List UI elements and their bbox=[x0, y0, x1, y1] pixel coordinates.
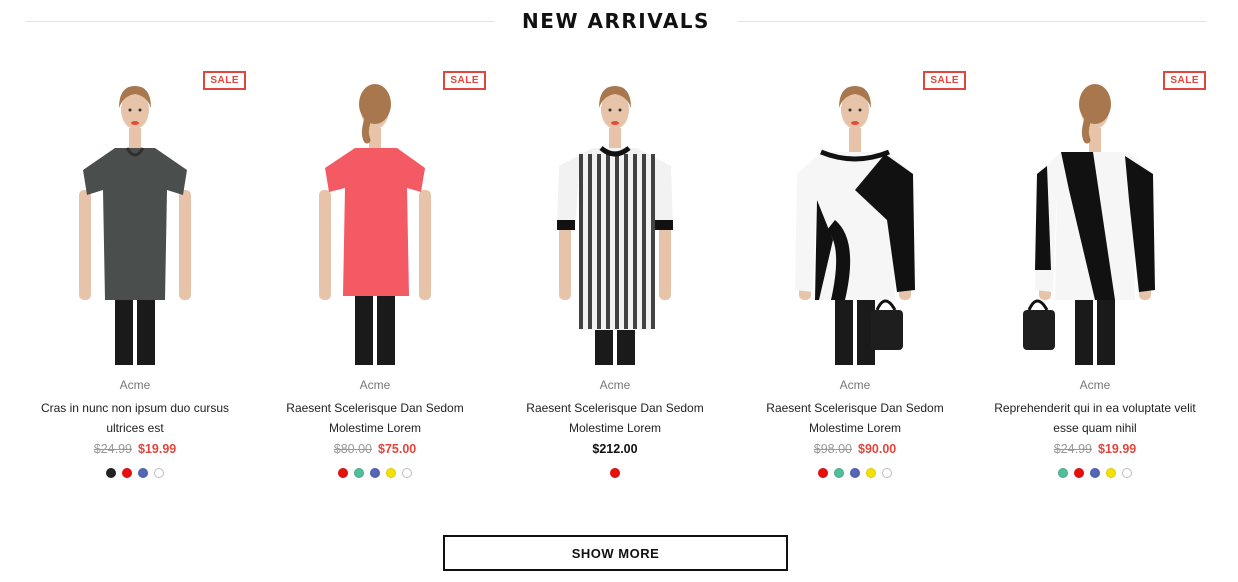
color-swatch[interactable] bbox=[1122, 468, 1132, 478]
color-swatch[interactable] bbox=[154, 468, 164, 478]
product-title[interactable]: Raesent Scelerisque Dan Sedom Molestime … bbox=[505, 398, 725, 438]
product-brand: Acme bbox=[119, 378, 151, 392]
product-image[interactable] bbox=[495, 70, 735, 365]
old-price: $80.00 bbox=[333, 442, 372, 456]
product-title[interactable]: Raesent Scelerisque Dan Sedom Molestime … bbox=[265, 398, 485, 438]
color-swatch[interactable] bbox=[338, 468, 348, 478]
product-image[interactable]: SALE bbox=[975, 70, 1215, 365]
color-swatch[interactable] bbox=[882, 468, 892, 478]
section-title: NEW ARRIVALS bbox=[522, 9, 710, 33]
color-swatch[interactable] bbox=[818, 468, 828, 478]
product-title[interactable]: Cras in nunc non ipsum duo cursus ultric… bbox=[25, 398, 245, 438]
color-swatch[interactable] bbox=[866, 468, 876, 478]
sale-badge: SALE bbox=[203, 71, 246, 90]
price: $212.00 bbox=[592, 442, 638, 456]
product-title[interactable]: Reprehenderit qui in ea voluptate velit … bbox=[985, 398, 1205, 438]
divider-right bbox=[737, 20, 1206, 22]
sale-price: $90.00 bbox=[858, 442, 897, 456]
product-brand: Acme bbox=[1079, 378, 1111, 392]
color-swatch[interactable] bbox=[1090, 468, 1100, 478]
sale-price: $75.00 bbox=[378, 442, 417, 456]
color-swatches bbox=[495, 468, 735, 478]
old-price: $24.99 bbox=[1053, 442, 1092, 456]
color-swatches bbox=[255, 468, 495, 478]
old-price: $98.00 bbox=[813, 442, 852, 456]
show-more-button[interactable]: SHOW MORE bbox=[443, 535, 788, 571]
product-image[interactable]: SALE bbox=[15, 70, 255, 365]
color-swatch[interactable] bbox=[354, 468, 364, 478]
color-swatches bbox=[15, 468, 255, 478]
product-brand: Acme bbox=[839, 378, 871, 392]
color-swatches bbox=[735, 468, 975, 478]
section-header: NEW ARRIVALS bbox=[26, 8, 1206, 34]
product-card[interactable]: SALE Acme Raesent Scelerisque Dan Sedom … bbox=[735, 70, 975, 490]
sale-badge: SALE bbox=[923, 71, 966, 90]
product-image[interactable]: SALE bbox=[255, 70, 495, 365]
color-swatch[interactable] bbox=[1074, 468, 1084, 478]
color-swatch[interactable] bbox=[402, 468, 412, 478]
sale-price: $19.99 bbox=[138, 442, 177, 456]
product-card[interactable]: Acme Raesent Scelerisque Dan Sedom Moles… bbox=[495, 70, 735, 490]
product-card[interactable]: SALE Acme Cras in nunc non ipsum duo cur… bbox=[15, 70, 255, 490]
product-price: $80.00 $75.00 bbox=[255, 442, 495, 460]
divider-left bbox=[26, 20, 495, 22]
color-swatch[interactable] bbox=[138, 468, 148, 478]
sale-badge: SALE bbox=[443, 71, 486, 90]
product-title[interactable]: Raesent Scelerisque Dan Sedom Molestime … bbox=[745, 398, 965, 438]
product-image[interactable]: SALE bbox=[735, 70, 975, 365]
product-brand: Acme bbox=[599, 378, 631, 392]
color-swatch[interactable] bbox=[370, 468, 380, 478]
color-swatch[interactable] bbox=[106, 468, 116, 478]
color-swatch[interactable] bbox=[610, 468, 620, 478]
color-swatches bbox=[975, 468, 1215, 478]
color-swatch[interactable] bbox=[386, 468, 396, 478]
sale-badge: SALE bbox=[1163, 71, 1206, 90]
color-swatch[interactable] bbox=[122, 468, 132, 478]
product-price: $24.99 $19.99 bbox=[15, 442, 255, 460]
product-brand: Acme bbox=[359, 378, 391, 392]
color-swatch[interactable] bbox=[1106, 468, 1116, 478]
color-swatch[interactable] bbox=[1058, 468, 1068, 478]
product-price: $98.00 $90.00 bbox=[735, 442, 975, 460]
product-card[interactable]: SALE Acme Reprehenderit qui in ea volupt… bbox=[975, 70, 1215, 490]
product-card[interactable]: SALE Acme Raesent Scelerisque Dan Sedom … bbox=[255, 70, 495, 490]
product-price: $212.00 bbox=[495, 442, 735, 460]
color-swatch[interactable] bbox=[850, 468, 860, 478]
new-arrivals-section: NEW ARRIVALS SALE Acme Cras in nunc non … bbox=[0, 0, 1238, 582]
product-price: $24.99 $19.99 bbox=[975, 442, 1215, 460]
sale-price: $19.99 bbox=[1098, 442, 1137, 456]
product-grid: SALE Acme Cras in nunc non ipsum duo cur… bbox=[15, 70, 1215, 490]
color-swatch[interactable] bbox=[834, 468, 844, 478]
old-price: $24.99 bbox=[93, 442, 132, 456]
